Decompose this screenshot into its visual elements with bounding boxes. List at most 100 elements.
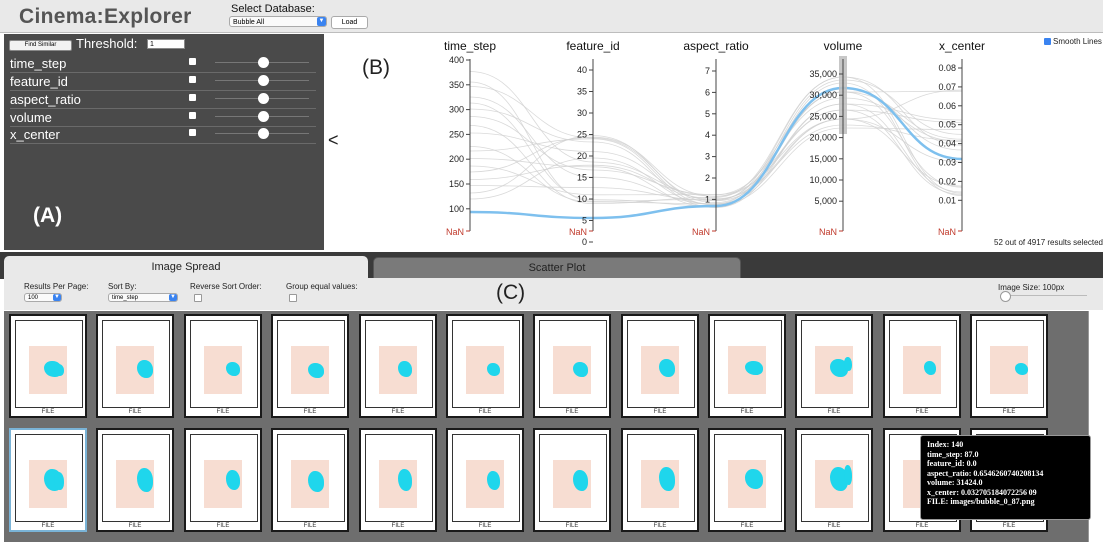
- image-thumbnail[interactable]: FILE: [184, 314, 262, 418]
- image-thumbnail[interactable]: FILE: [96, 314, 174, 418]
- bubble-shape: [137, 468, 153, 492]
- param-slider-knob[interactable]: [258, 93, 269, 104]
- tooltip-line: aspect_ratio: 0.6546260740208134: [927, 468, 1044, 478]
- checkbox-icon[interactable]: [1044, 38, 1051, 46]
- image-thumbnail[interactable]: FILE: [9, 428, 87, 532]
- tab-scatter-plot[interactable]: Scatter Plot: [373, 257, 741, 279]
- param-slider-knob[interactable]: [258, 128, 269, 139]
- results-per-page-label: Results Per Page:: [24, 282, 89, 291]
- image-thumbnail[interactable]: FILE: [446, 428, 524, 532]
- thumbnail-image: [291, 460, 329, 508]
- thumbnail-file-label: FILE: [391, 409, 405, 415]
- results-per-page-value: 100: [28, 295, 39, 301]
- bubble-shape: [573, 362, 588, 377]
- image-thumbnail[interactable]: FILE: [970, 314, 1048, 418]
- thumbnail-frame: [277, 320, 345, 408]
- axis-tick-label: 4: [705, 130, 710, 140]
- threshold-input[interactable]: 1: [147, 39, 185, 49]
- thumbnail-file-label: FILE: [303, 523, 317, 529]
- smooth-lines-toggle[interactable]: Smooth Lines: [1044, 37, 1102, 46]
- database-select-value: Bubble All: [233, 19, 265, 26]
- image-thumbnail[interactable]: FILE: [9, 314, 87, 418]
- image-thumbnail[interactable]: FILE: [96, 428, 174, 532]
- bubble-shape: [398, 361, 412, 377]
- image-thumbnail[interactable]: FILE: [184, 428, 262, 532]
- image-thumbnail[interactable]: FILE: [359, 428, 437, 532]
- image-thumbnail[interactable]: FILE: [533, 314, 611, 418]
- tab-image-spread[interactable]: Image Spread: [4, 256, 368, 278]
- axis-tick-label: 0.08: [938, 63, 956, 73]
- image-thumbnail[interactable]: FILE: [708, 314, 786, 418]
- thumbnail-image: [728, 460, 766, 508]
- chevron-down-icon: ▼: [317, 17, 326, 26]
- param-checkbox[interactable]: [189, 112, 196, 119]
- find-similar-button[interactable]: Find Similar: [9, 40, 72, 51]
- tooltip-line: time_step: 87.0: [927, 449, 979, 459]
- axis-title[interactable]: feature_id: [566, 39, 619, 53]
- image-thumbnail[interactable]: FILE: [708, 428, 786, 532]
- thumbnail-image: [29, 346, 67, 394]
- param-checkbox[interactable]: [189, 129, 196, 136]
- thumbnail-image: [728, 346, 766, 394]
- param-checkbox[interactable]: [189, 76, 196, 83]
- image-thumbnail[interactable]: FILE: [795, 428, 873, 532]
- database-select[interactable]: Bubble All ▼: [229, 16, 327, 27]
- image-thumbnail[interactable]: FILE: [271, 314, 349, 418]
- group-equal-checkbox[interactable]: [289, 294, 297, 302]
- image-thumbnail[interactable]: FILE: [271, 428, 349, 532]
- image-thumbnail[interactable]: FILE: [446, 314, 524, 418]
- image-thumbnail[interactable]: FILE: [533, 428, 611, 532]
- sort-by-select[interactable]: time_step ▼: [108, 293, 178, 302]
- thumbnail-file-label: FILE: [216, 409, 230, 415]
- collapse-panel-arrow[interactable]: <: [328, 130, 339, 151]
- axis-tick-label: 10,000: [809, 175, 837, 185]
- axis-tick-label: 15: [577, 173, 587, 183]
- axis-title[interactable]: aspect_ratio: [683, 39, 749, 53]
- results-per-page-select[interactable]: 100 ▼: [24, 293, 62, 302]
- thumbnail-file-label: FILE: [740, 409, 754, 415]
- thumbnail-file-label: FILE: [915, 523, 929, 529]
- axis-tick-label: 0.06: [938, 101, 956, 111]
- thumbnail-image: [379, 346, 417, 394]
- thumbnail-frame: [277, 434, 345, 522]
- smooth-lines-label: Smooth Lines: [1053, 37, 1102, 46]
- image-tooltip: Index: 140 time_step: 87.0 feature_id: 0…: [920, 435, 1091, 520]
- image-thumbnail[interactable]: FILE: [621, 428, 699, 532]
- chevron-down-icon: ▼: [169, 294, 177, 301]
- chevron-down-icon: ▼: [53, 294, 61, 301]
- reverse-sort-checkbox[interactable]: [194, 294, 202, 302]
- sort-by-label: Sort By:: [108, 282, 137, 291]
- axis-tick-label: 5: [705, 109, 710, 119]
- nan-label: NaN: [938, 227, 956, 237]
- thumbnail-file-label: FILE: [827, 409, 841, 415]
- thumbnail-frame: [365, 320, 433, 408]
- image-size-slider[interactable]: [1005, 295, 1087, 296]
- nan-label: NaN: [819, 227, 837, 237]
- thumbnail-image: [204, 460, 242, 508]
- thumbnail-image: [903, 346, 941, 394]
- thumbnail-frame: [539, 434, 607, 522]
- image-thumbnail[interactable]: FILE: [883, 314, 961, 418]
- load-button[interactable]: Load: [331, 16, 368, 29]
- app-title: Cinema:Explorer: [19, 5, 192, 28]
- param-slider-knob[interactable]: [258, 111, 269, 122]
- axis-tick-label: 6: [705, 87, 710, 97]
- parallel-coordinates-chart[interactable]: time_step400350300250200150100NaNfeature…: [340, 34, 1103, 250]
- param-checkbox[interactable]: [189, 58, 196, 65]
- axis-tick-label: 35,000: [809, 69, 837, 79]
- panel-label-a: (A): [33, 204, 63, 227]
- image-thumbnail[interactable]: FILE: [795, 314, 873, 418]
- image-thumbnail[interactable]: FILE: [359, 314, 437, 418]
- thumbnail-frame: [102, 320, 170, 408]
- param-slider-knob[interactable]: [258, 75, 269, 86]
- thumbnail-frame: [976, 320, 1044, 408]
- axis-tick-label: 25: [577, 130, 587, 140]
- thumbnail-frame: [15, 434, 83, 522]
- param-slider-knob[interactable]: [258, 57, 269, 68]
- axis-title[interactable]: x_center: [939, 39, 985, 53]
- image-size-slider-knob[interactable]: [1000, 291, 1011, 302]
- axis-title[interactable]: volume: [824, 39, 863, 53]
- image-thumbnail[interactable]: FILE: [621, 314, 699, 418]
- param-checkbox[interactable]: [189, 94, 196, 101]
- axis-title[interactable]: time_step: [444, 39, 496, 53]
